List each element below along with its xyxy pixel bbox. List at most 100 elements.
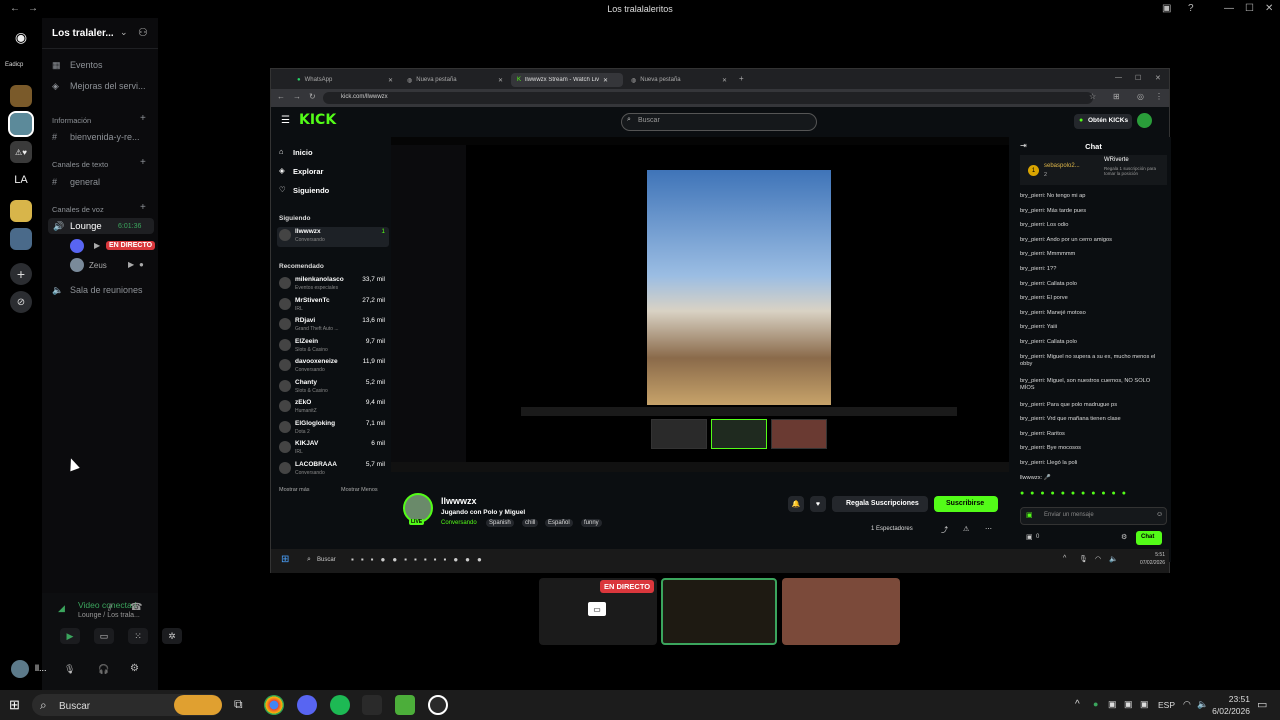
inner-clock-date[interactable]: 07/02/2026 <box>1129 560 1165 566</box>
chat-message[interactable]: bry_pierri: El porve <box>1020 295 1165 303</box>
browser-tab[interactable]: ◍ Nueva pestaña ✕ <box>625 73 733 87</box>
stream-tag[interactable]: funny <box>581 519 602 527</box>
chrome-icon[interactable] <box>264 695 284 715</box>
category-text[interactable]: Canales de texto <box>52 160 108 169</box>
disconnect-icon[interactable]: ☎ <box>130 602 142 613</box>
minimize-icon[interactable]: — <box>1115 74 1122 81</box>
browser-tab[interactable]: ● WhatsApp ✕ <box>291 73 399 87</box>
add-channel-icon[interactable]: + <box>140 113 146 124</box>
server-icon[interactable] <box>10 200 32 222</box>
discord-icon[interactable] <box>297 695 317 715</box>
leaderboard-user[interactable]: WRiverte <box>1104 157 1129 163</box>
back-arrow-icon[interactable]: ← <box>277 92 285 101</box>
follow-heart-icon[interactable]: ♥ <box>810 496 826 512</box>
nav-siguiendo[interactable]: Siguiendo <box>293 186 329 195</box>
streamer-name[interactable]: llwwwzx <box>441 496 477 506</box>
noise-suppression-icon[interactable]: ⫽ <box>108 603 112 614</box>
chat-settings-icon[interactable]: ⚙ <box>1121 533 1127 541</box>
hamburger-menu-icon[interactable]: ☰ <box>281 115 290 126</box>
windows-start-icon[interactable]: ⊞ <box>281 554 289 565</box>
participant-tile-camera[interactable] <box>782 578 900 645</box>
maximize-icon[interactable]: ☐ <box>1245 3 1254 14</box>
chat-message[interactable]: bry_pierri: Mmmmmm <box>1020 251 1165 259</box>
add-member-icon[interactable]: ⚇ <box>138 26 148 39</box>
chat-message[interactable]: llwwwzx: 🎤 <box>1020 475 1165 483</box>
settings-gear-icon[interactable]: ⚙ <box>130 663 139 674</box>
share-icon[interactable]: ⤴ <box>941 525 948 535</box>
recommended-item[interactable]: zEkO HumanitZ 9,4 mil <box>277 398 389 418</box>
recommended-item[interactable]: MrStivenTc IRL 27,2 mil <box>277 296 389 316</box>
forward-arrow-icon[interactable]: → <box>293 92 301 101</box>
chat-message[interactable]: bry_pierri: Más tarde pues <box>1020 208 1165 216</box>
obs-icon[interactable] <box>428 695 448 715</box>
channel-bienvenida[interactable]: bienvenida-y-re... <box>70 132 140 142</box>
user-name[interactable]: ll... <box>35 663 47 673</box>
wifi-icon[interactable]: ◠ <box>1183 699 1191 710</box>
maximize-icon[interactable]: ☐ <box>1135 74 1141 82</box>
explore-icon[interactable]: ⊘ <box>10 291 32 313</box>
leaderboard-user[interactable]: sebaspolo2... <box>1044 163 1080 169</box>
stream-tag[interactable]: Spanish <box>486 519 514 527</box>
tray-chevron-icon[interactable]: ^ <box>1075 699 1080 710</box>
new-tab-icon[interactable]: + <box>739 74 744 83</box>
channel-general[interactable]: general <box>70 177 100 187</box>
participant-tile-camera-speaking[interactable] <box>661 578 777 645</box>
volume-icon[interactable]: 🔈 <box>1109 555 1118 563</box>
reload-icon[interactable]: ↻ <box>309 92 316 101</box>
recommended-item[interactable]: milenkanolasco Eventos especiales 33,7 mil <box>277 275 389 295</box>
discord-home-icon[interactable]: ◉ <box>10 26 32 48</box>
recommended-item[interactable]: KIKJAV IRL 6 mil <box>277 439 389 459</box>
show-less-link[interactable]: Mostrar Menos <box>341 487 378 493</box>
url-text[interactable]: kick.com/llwwwzx <box>341 94 388 100</box>
tray-app-icon[interactable]: ▣ <box>1124 699 1133 710</box>
inner-taskbar-apps[interactable]: ▪▪▪●●▪▪▪▪▪●●● <box>351 555 591 567</box>
camera-button[interactable]: ▶ <box>60 628 80 644</box>
wifi-icon[interactable]: ◠ <box>1095 555 1101 563</box>
extensions-icon[interactable]: ⊞ <box>1113 92 1120 101</box>
server-icon[interactable] <box>10 228 32 250</box>
add-server-icon[interactable]: + <box>10 263 32 285</box>
report-icon[interactable]: ⚠ <box>963 525 969 533</box>
signal-icon[interactable]: ◢ <box>58 603 65 614</box>
channel-boosts[interactable]: Mejoras del servi... <box>70 81 146 91</box>
add-channel-icon[interactable]: + <box>140 157 146 168</box>
notifications-icon[interactable]: ▭ <box>1257 698 1267 711</box>
category-voice[interactable]: Canales de voz <box>52 205 104 214</box>
avatar[interactable] <box>70 239 84 253</box>
search-highlight-image[interactable] <box>174 695 222 715</box>
chat-message[interactable]: bry_pierri: Manejé motoso <box>1020 310 1165 318</box>
chat-message[interactable]: bry_pierri: Callata polo <box>1020 339 1165 347</box>
following-item[interactable]: llwwwzx Conversando 1 <box>277 227 389 247</box>
recommended-item[interactable]: ElZeein Slots & Casino 9,7 mil <box>277 337 389 357</box>
chat-message[interactable]: bry_pierri: Ando por un cerro amigos <box>1020 237 1165 245</box>
close-icon[interactable]: ✕ <box>1155 74 1161 82</box>
windows-start-icon[interactable]: ⊞ <box>9 697 20 713</box>
emote-bar[interactable]: ● ● ● ● ● ● ● ● ● ● ● <box>1020 490 1167 502</box>
server-icon[interactable]: LA <box>10 169 32 191</box>
emoji-icon[interactable]: ☺ <box>1156 511 1163 518</box>
inner-taskbar-search[interactable]: Buscar <box>317 557 336 563</box>
close-icon[interactable]: ✕ <box>1265 3 1273 14</box>
language-indicator[interactable]: ESP <box>1158 700 1175 710</box>
kick-logo[interactable]: KICK <box>299 112 336 128</box>
tray-app-icon[interactable]: ● <box>1093 699 1098 709</box>
microphone-icon[interactable]: 🎙 <box>64 664 75 675</box>
chevron-down-icon[interactable]: ⌄ <box>120 27 128 38</box>
screen-share-button[interactable]: ▭ <box>94 628 114 644</box>
chat-message[interactable]: bry_pierri: 1?? <box>1020 266 1165 274</box>
headphones-icon[interactable]: 🎧 <box>98 664 109 675</box>
more-icon[interactable]: ⋯ <box>985 525 992 533</box>
avatar[interactable] <box>70 258 84 272</box>
recommended-item[interactable]: davooxeneize Conversando 11,9 mil <box>277 357 389 377</box>
voice-user-zeus[interactable]: Zeus <box>89 261 107 270</box>
microphone-icon[interactable]: 🎙 <box>1079 555 1088 563</box>
browser-tab-active[interactable]: Kllwwwzx Stream - Watch Live o...✕ <box>511 73 623 87</box>
menu-icon[interactable]: ⋮ <box>1155 92 1163 101</box>
server-icon[interactable] <box>10 85 32 107</box>
recommended-item[interactable]: Chanty Slots & Casino 5,2 mil <box>277 378 389 398</box>
tray-app-icon[interactable]: ▣ <box>1108 699 1117 710</box>
channel-events[interactable]: Eventos <box>70 60 103 70</box>
inner-clock-time[interactable]: 5:51 <box>1129 552 1165 558</box>
channel-lounge[interactable]: Lounge <box>70 221 102 232</box>
stream-tag[interactable]: Español <box>545 519 573 527</box>
